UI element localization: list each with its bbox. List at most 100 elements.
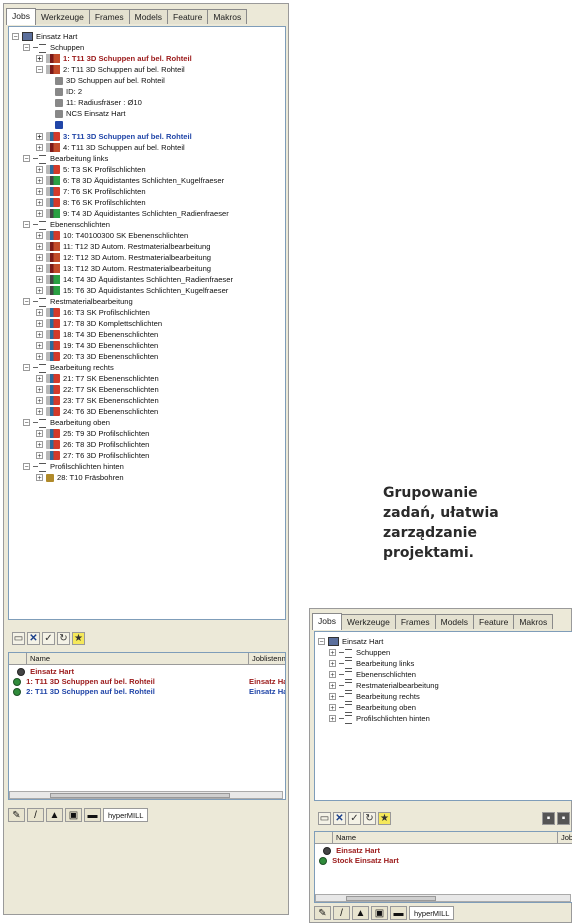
window-icon[interactable]: ▭ [12,632,25,645]
expand-icon[interactable]: + [36,144,43,152]
tree-job-22[interactable]: +22: T7 SK Ebenenschlichten [36,384,159,395]
tree-job-15[interactable]: +15: T6 3D Äquidistantes Schlichten_Kuge… [36,285,228,296]
job-tree-collapsed[interactable]: − Einsatz Hart + Schuppen + Bearbeitung li… [314,631,572,801]
scrollbar-thumb[interactable] [346,896,436,901]
tab-frames[interactable]: Frames [394,614,436,629]
expand-icon[interactable]: + [329,693,336,701]
expand-icon[interactable]: + [36,441,43,449]
collapse-icon[interactable]: − [23,298,30,306]
expand-icon[interactable]: + [36,133,43,141]
tree-job-26[interactable]: +26: T8 3D Profilschlichten [36,439,149,450]
expand-icon[interactable]: + [36,386,43,394]
tree-job-25[interactable]: +25: T9 3D Profilschlichten [36,428,149,439]
tree-job-17[interactable]: +17: T8 3D Komplettschlichten [36,318,162,329]
delete-icon[interactable]: ✕ [27,632,40,645]
tab-jobs[interactable]: Jobs [6,8,36,25]
tree-job-28[interactable]: +28: T10 Fräsbohren [36,472,124,483]
expand-icon[interactable]: + [329,671,336,679]
horizontal-scrollbar[interactable] [315,894,571,902]
expand-icon[interactable]: + [36,452,43,460]
job-tree[interactable]: − Einsatz Hart − Schuppen + 1: T11 3D Sc… [8,26,286,620]
tree-group-ebenenschlichten[interactable]: − Ebenenschlichten [23,219,110,230]
tree-group-bearbeitung-oben[interactable]: − Bearbeitung oben [23,417,110,428]
table-row[interactable]: Einsatz Hart [17,667,74,677]
tab-feature[interactable]: Feature [167,9,209,24]
tree-job-5[interactable]: +5: T3 SK Profilschlichten [36,164,146,175]
expand-icon[interactable]: + [36,177,43,185]
collapse-icon[interactable]: − [23,221,30,229]
tree-job-9[interactable]: +9: T4 3D Äquidistantes Schlichten_Radie… [36,208,229,219]
table-row[interactable]: 2: T11 3D Schuppen auf bel. Rohteil Eins… [13,687,285,697]
tree-job-3[interactable]: + 3: T11 3D Schuppen auf bel. Rohteil [36,131,192,142]
tree-job-11[interactable]: +11: T12 3D Autom. Restmaterialbearbeitu… [36,241,210,252]
tree-job-12[interactable]: +12: T12 3D Autom. Restmaterialbearbeitu… [36,252,211,263]
refresh-icon[interactable]: ↻ [57,632,70,645]
star-icon[interactable]: ★ [378,812,391,825]
collapse-icon[interactable]: − [318,638,325,646]
expand-icon[interactable]: + [36,188,43,196]
expand-icon[interactable]: + [36,430,43,438]
expand-icon[interactable]: + [329,704,336,712]
tree-group-bearbeitung-links[interactable]: − Bearbeitung links [23,153,108,164]
tree-job-13[interactable]: +13: T12 3D Autom. Restmaterialbearbeitu… [36,263,211,274]
expand-icon[interactable]: + [36,199,43,207]
tree-job-14[interactable]: +14: T4 3D Äquidistantes Schlichten_Radi… [36,274,233,285]
tree-group[interactable]: + Ebenenschlichten [329,669,416,680]
pencil-icon[interactable]: / [333,906,350,920]
tree-job-1[interactable]: + 1: T11 3D Schuppen auf bel. Rohteil [36,53,192,64]
expand-icon[interactable]: + [329,660,336,668]
folder-icon[interactable]: ▬ [390,906,407,920]
header-job[interactable]: Job [558,832,572,843]
tree-job-18[interactable]: +18: T4 3D Ebenenschlichten [36,329,158,340]
collapse-icon[interactable]: − [23,44,30,52]
tree-job-23[interactable]: +23: T7 SK Ebenenschlichten [36,395,159,406]
pencil-icon[interactable]: / [27,808,44,822]
tree-group-restmaterialbearbeitung[interactable]: − Restmaterialbearbeitung [23,296,133,307]
star-icon[interactable]: ★ [72,632,85,645]
collapse-icon[interactable]: − [23,155,30,163]
warning-icon[interactable]: ▲ [352,906,369,920]
tree-job-8[interactable]: +8: T6 SK Profilschlichten [36,197,146,208]
tab-models[interactable]: Models [434,614,475,629]
window-icon[interactable]: ▭ [318,812,331,825]
expand-icon[interactable]: + [36,287,43,295]
expand-icon[interactable]: + [36,342,43,350]
tab-makros[interactable]: Makros [207,9,248,24]
tree-job-21[interactable]: +21: T7 SK Ebenenschlichten [36,373,159,384]
table-row[interactable]: Stock Einsatz Hart [319,856,399,866]
tab-frames[interactable]: Frames [88,9,130,24]
job-tool-icon[interactable]: ✎ [314,906,331,920]
check-icon[interactable]: ✓ [42,632,55,645]
expand-icon[interactable]: + [36,243,43,251]
tree-job-7[interactable]: +7: T6 SK Profilschlichten [36,186,146,197]
tree-job-10[interactable]: +10: T40100300 SK Ebenenschlichten [36,230,188,241]
tab-werkzeuge[interactable]: Werkzeuge [340,614,396,629]
tree-group-profilschlichten-hinten[interactable]: − Profilschlichten hinten [23,461,124,472]
expand-icon[interactable]: + [36,55,43,63]
tab-makros[interactable]: Makros [513,614,554,629]
view-icon[interactable]: ▪ [542,812,555,825]
expand-icon[interactable]: + [329,715,336,723]
header-name[interactable]: Name [333,832,558,843]
expand-icon[interactable]: + [36,408,43,416]
tree-group-bearbeitung-rechts[interactable]: − Bearbeitung rechts [23,362,114,373]
tree-root[interactable]: − Einsatz Hart [12,31,77,42]
tree-job-2[interactable]: − 2: T11 3D Schuppen auf bel. Rohteil [36,64,185,75]
expand-icon[interactable]: + [36,309,43,317]
tab-jobs[interactable]: Jobs [312,613,342,630]
tree-group[interactable]: + Restmaterialbearbeitung [329,680,439,691]
expand-icon[interactable]: + [36,474,43,482]
tree-job-16[interactable]: +16: T3 SK Profilschlichten [36,307,150,318]
expand-icon[interactable]: + [36,353,43,361]
expand-icon[interactable]: + [329,649,336,657]
delete-icon[interactable]: ✕ [333,812,346,825]
folder-icon[interactable]: ▬ [84,808,101,822]
table-row[interactable]: 1: T11 3D Schuppen auf bel. Rohteil Eins… [13,677,285,687]
tree-group-schuppen[interactable]: − Schuppen [23,42,84,53]
check-icon[interactable]: ✓ [348,812,361,825]
header-joblistenname[interactable]: Joblistenname [249,653,285,664]
collapse-icon[interactable]: − [23,364,30,372]
view-alt-icon[interactable]: ▪ [557,812,570,825]
tree-job-20[interactable]: +20: T3 3D Ebenenschlichten [36,351,158,362]
tree-job-19[interactable]: +19: T4 3D Ebenenschlichten [36,340,158,351]
